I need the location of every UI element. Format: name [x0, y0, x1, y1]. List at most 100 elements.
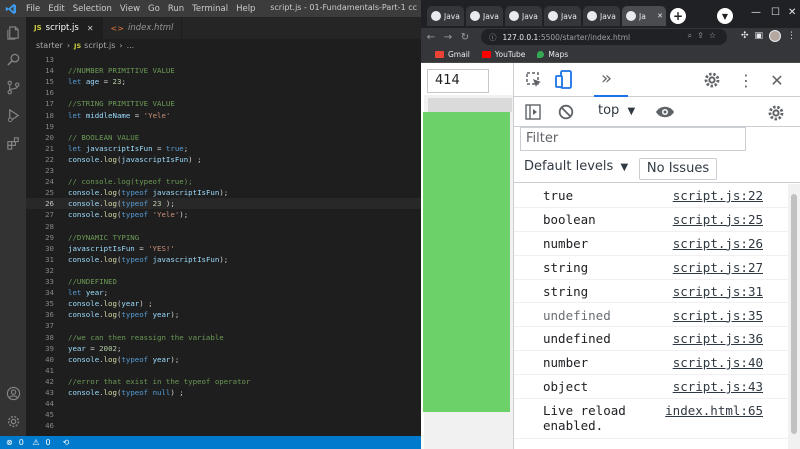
share-icon[interactable]: ⇪	[697, 31, 709, 40]
browser-tab[interactable]: Java	[427, 6, 464, 26]
new-tab-button[interactable]: +	[670, 8, 686, 24]
context-selector[interactable]: top ▼	[598, 103, 635, 118]
code-line[interactable]: 34 let year;	[26, 287, 421, 298]
forward-arrow-icon[interactable]: →	[441, 32, 455, 43]
no-issues-button[interactable]: No Issues	[639, 158, 717, 180]
viewport-width-field[interactable]: 414	[427, 69, 489, 93]
tab-script-js[interactable]: JS script.js ✕	[26, 17, 103, 39]
code-line[interactable]: 37	[26, 320, 421, 331]
default-levels-dropdown[interactable]: Default levels ▼	[524, 159, 628, 174]
console-source-link[interactable]: script.js:40	[673, 355, 763, 370]
breadcrumb-folder[interactable]: starter	[36, 41, 63, 50]
code-line[interactable]: 14 //NUMBER PRIMITIVE VALUE	[26, 65, 421, 76]
browser-tab-active[interactable]: Ja ✕	[622, 6, 666, 26]
console-source-link[interactable]: script.js:26	[673, 236, 763, 251]
back-arrow-icon[interactable]: ←	[424, 32, 438, 43]
bookmark-maps[interactable]: Maps	[537, 50, 568, 59]
code-line[interactable]: 41	[26, 365, 421, 376]
code-line[interactable]: 28	[26, 221, 421, 232]
code-line[interactable]: 16	[26, 87, 421, 98]
manage-gear-icon[interactable]	[4, 412, 22, 430]
code-line[interactable]: 15 let age = 23;	[26, 76, 421, 87]
run-debug-icon[interactable]	[4, 106, 22, 124]
code-line[interactable]: 23	[26, 165, 421, 176]
clear-console-icon[interactable]	[557, 103, 575, 121]
code-line[interactable]: 31 console.log(typeof javascriptIsFun);	[26, 254, 421, 265]
code-line[interactable]: 32	[26, 265, 421, 276]
browser-tab[interactable]: Java	[544, 6, 581, 26]
code-line[interactable]: 21 let javascriptIsFun = true;	[26, 143, 421, 154]
code-line[interactable]: 20 // BOOLEAN VALUE	[26, 132, 421, 143]
console-source-link[interactable]: script.js:35	[673, 308, 763, 323]
problems-status[interactable]: ⊗ 0 ⚠ 0	[6, 438, 57, 447]
code-line[interactable]: 38 //we can then reassign the variable	[26, 332, 421, 343]
code-line[interactable]: 42 //error that exist in the typeof opera…	[26, 376, 421, 387]
extensions-puzzle-icon[interactable]: ✣	[741, 31, 749, 41]
devtools-more-tabs[interactable]: »	[594, 67, 628, 97]
minimize-icon[interactable]: —	[751, 7, 761, 18]
menu-selection[interactable]: Selection	[69, 4, 116, 14]
code-line[interactable]: 30 javascriptIsFun = 'YES!'	[26, 243, 421, 254]
code-line[interactable]: 25 console.log(typeof javascriptIsFun);	[26, 187, 421, 198]
settings-gear-icon[interactable]	[702, 70, 722, 90]
code-line[interactable]: 46	[26, 420, 421, 431]
console-filter-input[interactable]: Filter	[520, 127, 746, 151]
kebab-menu-icon[interactable]: ⋮	[736, 70, 756, 90]
bookmark-gmail[interactable]: Gmail	[435, 50, 470, 59]
browser-tab[interactable]: Java	[583, 6, 620, 26]
code-line[interactable]: 45	[26, 409, 421, 420]
browser-tab[interactable]: Java	[505, 6, 542, 26]
tab-index-html[interactable]: <> index.html	[103, 17, 183, 39]
code-line[interactable]: 18 let middleName = 'Yele'	[26, 110, 421, 121]
console-source-link[interactable]: script.js:43	[673, 379, 763, 394]
zoom-icon[interactable]: ⌕	[688, 31, 697, 40]
menu-terminal[interactable]: Terminal	[188, 4, 232, 14]
account-icon[interactable]	[4, 384, 22, 402]
code-editor[interactable]: 13 14 //NUMBER PRIMITIVE VALUE 15 let age = …	[26, 52, 421, 436]
code-line[interactable]: 17 //STRING PRIMITIVE VALUE	[26, 98, 421, 109]
console-source-link[interactable]: script.js:25	[673, 212, 763, 227]
profile-avatar[interactable]	[769, 30, 781, 42]
search-icon[interactable]	[4, 50, 22, 68]
code-line[interactable]: 36 console.log(typeof year);	[26, 309, 421, 320]
sidebar-toggle-icon[interactable]	[524, 103, 542, 121]
menu-file[interactable]: File	[22, 4, 44, 14]
console-source-link[interactable]: script.js:22	[673, 188, 763, 203]
menu-help[interactable]: Help	[232, 4, 259, 14]
console-settings-gear-icon[interactable]	[766, 103, 786, 123]
close-window-icon[interactable]: ✕	[788, 7, 796, 18]
code-line[interactable]: 35 console.log(year) ;	[26, 298, 421, 309]
history-icon[interactable]: ⟲	[63, 438, 70, 447]
side-panel-icon[interactable]: ▣	[754, 31, 763, 41]
extensions-icon[interactable]	[4, 134, 22, 152]
menu-run[interactable]: Run	[164, 4, 188, 14]
code-line[interactable]: 22 console.log(javascriptIsFun) ;	[26, 154, 421, 165]
tab-search-chevron-icon[interactable]: ▼	[717, 8, 733, 24]
breadcrumb-more[interactable]: ...	[127, 41, 135, 50]
breadcrumb-file[interactable]: script.js	[84, 41, 115, 50]
device-toolbar-icon[interactable]	[554, 69, 574, 91]
explorer-icon[interactable]	[4, 23, 22, 41]
code-line[interactable]: 39 year = 2002;	[26, 343, 421, 354]
scroll-thumb[interactable]	[791, 194, 797, 434]
chrome-menu-icon[interactable]: ⋮	[787, 31, 796, 41]
code-line[interactable]: 43 console.log(typeof null) ;	[26, 387, 421, 398]
info-icon[interactable]: ⓘ	[489, 32, 497, 43]
console-source-link[interactable]: index.html:65	[665, 403, 763, 418]
bookmark-star-icon[interactable]: ☆	[709, 31, 721, 40]
menu-view[interactable]: View	[116, 4, 144, 14]
code-line-current[interactable]: 26 console.log(typeof 23 );	[26, 198, 421, 210]
menu-edit[interactable]: Edit	[44, 4, 68, 14]
console-source-link[interactable]: script.js:27	[673, 260, 763, 275]
code-line[interactable]: 13	[26, 54, 421, 65]
reload-icon[interactable]: ↻	[458, 32, 472, 43]
address-bar[interactable]: ⓘ 127.0.0.1:5500/starter/index.html ⌕⇪☆	[481, 29, 727, 45]
code-line[interactable]: 29 //DYNAMIC TYPING	[26, 232, 421, 243]
code-line[interactable]: 44	[26, 398, 421, 409]
close-icon[interactable]: ✕	[87, 24, 94, 33]
menu-go[interactable]: Go	[144, 4, 164, 14]
live-expression-eye-icon[interactable]	[654, 102, 676, 122]
code-line[interactable]: 33 //UNDEFINED	[26, 276, 421, 287]
source-control-icon[interactable]	[4, 78, 22, 96]
maximize-icon[interactable]: ☐	[771, 7, 780, 18]
